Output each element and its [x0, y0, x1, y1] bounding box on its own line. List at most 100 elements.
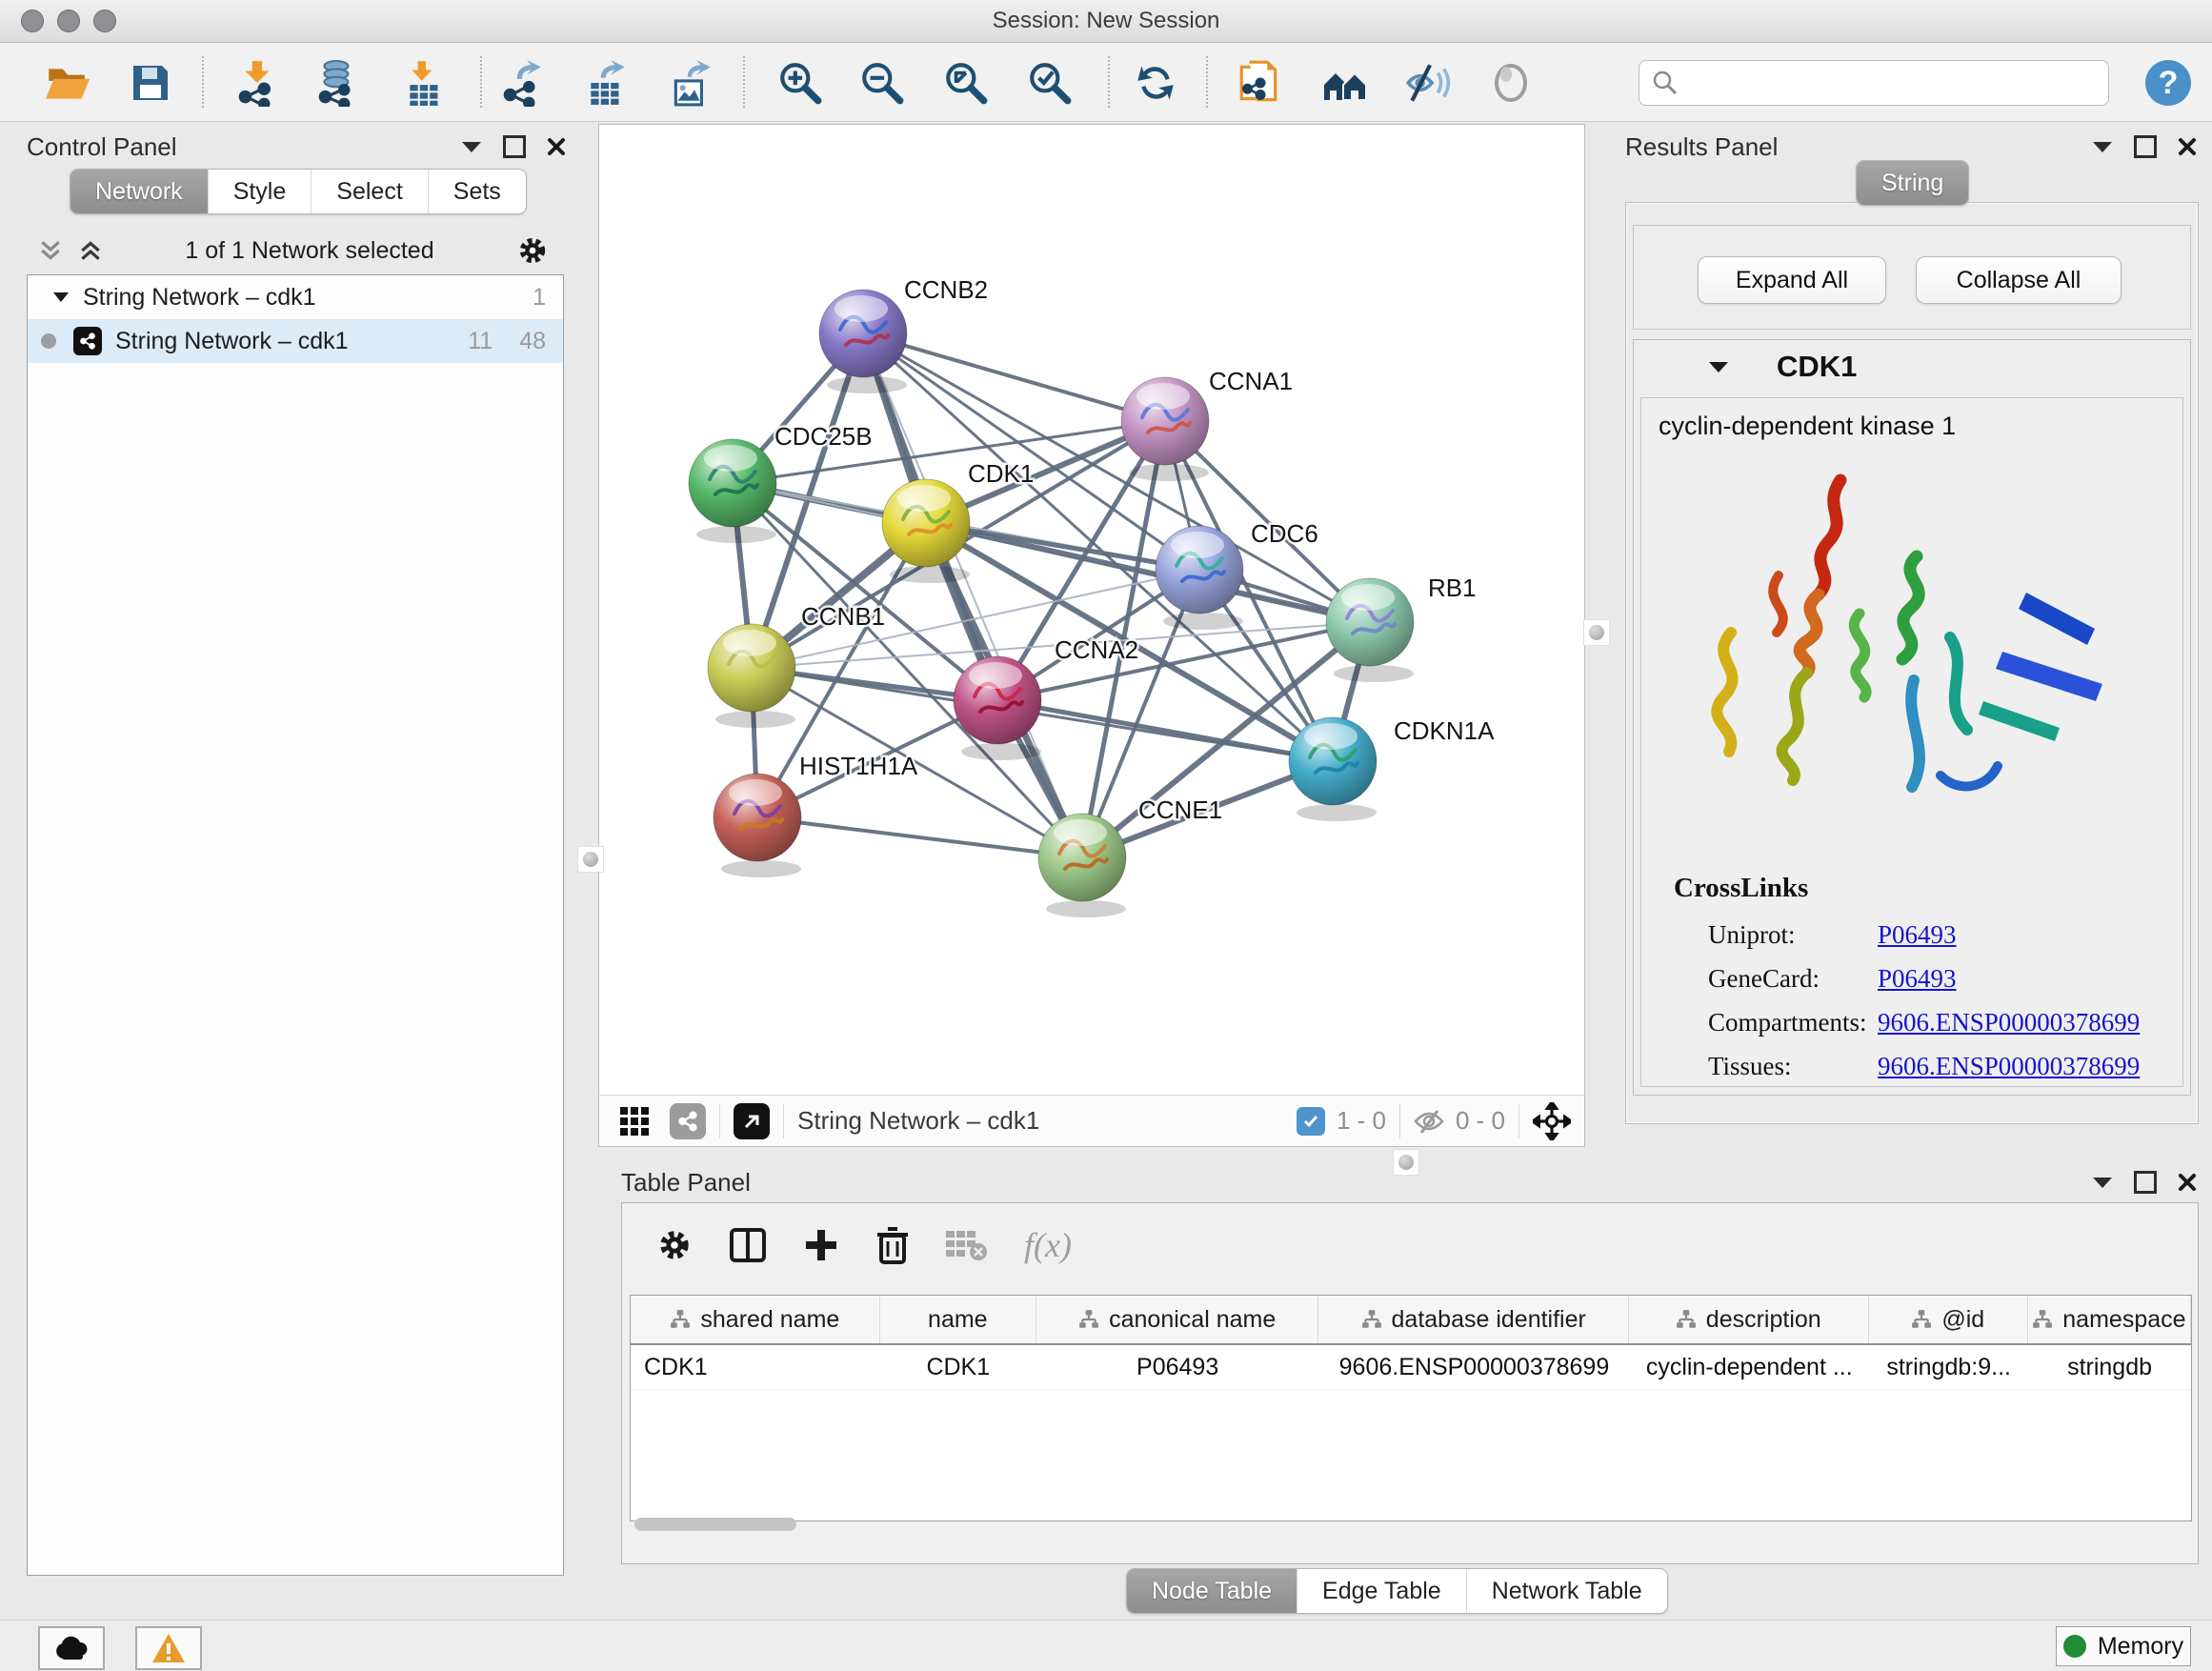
- result-section-header[interactable]: CDK1: [1634, 340, 2190, 393]
- table-hscrollbar[interactable]: [634, 1518, 796, 1531]
- crosslink-link[interactable]: 9606.ENSP00000378699: [1878, 1008, 2140, 1037]
- zoom-fit-button[interactable]: [939, 56, 993, 110]
- network-canvas[interactable]: CCNB2CCNA1CDC25BCDK1CDC6RB1CCNB1CCNA2CDK…: [598, 124, 1585, 1096]
- save-session-button[interactable]: [124, 56, 177, 110]
- export-image-button[interactable]: [665, 56, 718, 110]
- panel-close-icon[interactable]: [2178, 1173, 2197, 1192]
- column-header[interactable]: @id: [1869, 1296, 2028, 1343]
- network-options-gear-icon[interactable]: [516, 234, 549, 267]
- network-graph[interactable]: CCNB2CCNA1CDC25BCDK1CDC6RB1CCNB1CCNA2CDK…: [599, 125, 1584, 1095]
- import-table-button[interactable]: [399, 56, 452, 110]
- network-node[interactable]: [882, 479, 970, 583]
- collapse-all-icon[interactable]: [38, 238, 63, 263]
- crosslink-link[interactable]: P06493: [1878, 920, 1957, 950]
- zoom-selected-button[interactable]: [1023, 56, 1076, 110]
- show-panel-button[interactable]: [1484, 56, 1538, 110]
- selected-checkbox-icon[interactable]: [1297, 1107, 1325, 1136]
- delete-table-icon[interactable]: [946, 1229, 988, 1261]
- table-cell[interactable]: CDK1: [631, 1345, 880, 1389]
- table-cell[interactable]: P06493: [1036, 1345, 1319, 1389]
- network-node[interactable]: [1289, 717, 1377, 821]
- network-tree-child-row[interactable]: String Network – cdk1 11 48: [28, 319, 563, 363]
- panel-float-icon[interactable]: [503, 135, 526, 158]
- export-table-button[interactable]: [580, 56, 633, 110]
- cloud-button[interactable]: [38, 1626, 105, 1670]
- column-header[interactable]: description: [1629, 1296, 1869, 1343]
- panel-menu-icon[interactable]: [2092, 140, 2113, 153]
- tree-expander-icon[interactable]: [52, 292, 70, 303]
- warning-button[interactable]: [135, 1626, 202, 1670]
- table-cell[interactable]: cyclin-dependent ...: [1629, 1345, 1869, 1389]
- export-network-button[interactable]: [496, 56, 550, 110]
- hide-panel-button[interactable]: [1401, 56, 1455, 110]
- panel-close-icon[interactable]: [547, 137, 566, 156]
- network-node[interactable]: [714, 774, 801, 877]
- panel-float-icon[interactable]: [2134, 135, 2157, 158]
- splitter-handle-left[interactable]: [577, 846, 604, 873]
- tab-network[interactable]: Network: [70, 170, 208, 213]
- open-in-new-icon[interactable]: [734, 1103, 770, 1139]
- column-header[interactable]: database identifier: [1318, 1296, 1628, 1343]
- table-options-gear-icon[interactable]: [656, 1227, 693, 1263]
- birdseye-grid-icon[interactable]: [618, 1105, 651, 1137]
- table-cell[interactable]: stringdb:9...: [1869, 1345, 2028, 1389]
- tab-network-table[interactable]: Network Table: [1466, 1569, 1667, 1613]
- network-node[interactable]: [708, 624, 795, 728]
- network-node[interactable]: [1326, 578, 1414, 682]
- network-edge[interactable]: [863, 333, 1165, 421]
- table-cell[interactable]: CDK1: [880, 1345, 1036, 1389]
- string-toggle-icon[interactable]: [670, 1103, 706, 1139]
- open-session-button[interactable]: [40, 56, 93, 110]
- import-database-button[interactable]: [312, 56, 365, 110]
- home-button[interactable]: [1318, 56, 1372, 110]
- window-close-button[interactable]: [21, 10, 44, 32]
- zoom-in-button[interactable]: [774, 56, 827, 110]
- refresh-button[interactable]: [1129, 56, 1182, 110]
- column-header[interactable]: name: [880, 1296, 1036, 1343]
- delete-column-icon[interactable]: [875, 1226, 910, 1264]
- network-node[interactable]: [1121, 377, 1209, 481]
- window-zoom-button[interactable]: [93, 10, 116, 32]
- tab-node-table[interactable]: Node Table: [1127, 1569, 1297, 1613]
- panel-close-icon[interactable]: [2178, 137, 2197, 156]
- splitter-handle-right[interactable]: [1583, 619, 1610, 646]
- network-edge[interactable]: [757, 817, 1082, 857]
- network-node[interactable]: [1038, 814, 1126, 917]
- crosslink-link[interactable]: P06493: [1878, 964, 1957, 994]
- table-panel-header: Table Panel: [621, 1164, 2197, 1200]
- expand-all-button[interactable]: Expand All: [1698, 256, 1886, 304]
- window-minimize-button[interactable]: [57, 10, 80, 32]
- section-expander-icon[interactable]: [1708, 360, 1729, 373]
- clone-network-button[interactable]: [1233, 56, 1286, 110]
- column-header[interactable]: shared name: [631, 1296, 880, 1343]
- panel-menu-icon[interactable]: [461, 140, 482, 153]
- network-edge[interactable]: [997, 622, 1370, 700]
- network-tree-root-row[interactable]: String Network – cdk1 1: [28, 275, 563, 319]
- search-input[interactable]: [1687, 69, 2108, 97]
- table-cell[interactable]: stringdb: [2028, 1345, 2191, 1389]
- tab-sets[interactable]: Sets: [428, 170, 526, 213]
- column-header[interactable]: namespace: [2028, 1296, 2191, 1343]
- function-builder-button[interactable]: f(x): [1024, 1225, 1072, 1265]
- collapse-all-button[interactable]: Collapse All: [1916, 256, 2122, 304]
- tab-style[interactable]: Style: [208, 170, 312, 213]
- table-row[interactable]: CDK1CDK1P064939606.ENSP00000378699cyclin…: [631, 1345, 2191, 1390]
- memory-button[interactable]: Memory: [2056, 1626, 2191, 1666]
- import-network-button[interactable]: [231, 56, 285, 110]
- zoom-out-button[interactable]: [855, 56, 909, 110]
- tab-select[interactable]: Select: [311, 170, 427, 213]
- column-header[interactable]: canonical name: [1036, 1296, 1319, 1343]
- network-node[interactable]: [689, 439, 776, 543]
- tab-string[interactable]: String: [1857, 161, 1968, 205]
- panel-menu-icon[interactable]: [2092, 1176, 2113, 1189]
- help-button[interactable]: ?: [2142, 56, 2195, 110]
- panel-float-icon[interactable]: [2134, 1171, 2157, 1194]
- tab-edge-table[interactable]: Edge Table: [1297, 1569, 1466, 1613]
- network-node[interactable]: [819, 290, 907, 393]
- show-columns-icon[interactable]: [729, 1226, 767, 1264]
- pan-crosshair-icon[interactable]: [1533, 1102, 1571, 1140]
- crosslink-link[interactable]: 9606.ENSP00000378699: [1878, 1052, 2140, 1081]
- add-column-icon[interactable]: [803, 1227, 839, 1263]
- table-cell[interactable]: 9606.ENSP00000378699: [1319, 1345, 1630, 1389]
- expand-all-icon[interactable]: [78, 238, 103, 263]
